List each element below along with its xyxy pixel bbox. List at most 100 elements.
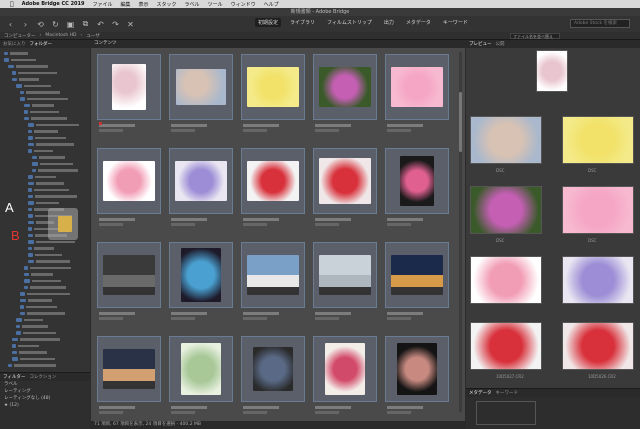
- thumbnail-item[interactable]: [241, 242, 305, 328]
- workspace-metadata[interactable]: メタデータ: [403, 18, 434, 27]
- folder-label: [39, 156, 65, 159]
- thumbnail-frame[interactable]: [385, 54, 449, 120]
- back-icon[interactable]: ‹: [6, 20, 15, 29]
- tab-publish[interactable]: 公開: [496, 41, 505, 47]
- thumbnail-frame[interactable]: [169, 242, 233, 308]
- workspace-libraries[interactable]: ライブラリ: [287, 18, 318, 27]
- preview-image[interactable]: [562, 116, 634, 164]
- thumbnail-frame[interactable]: [385, 242, 449, 308]
- thumbnail-frame[interactable]: [385, 336, 449, 402]
- thumbnail-frame[interactable]: [241, 242, 305, 308]
- thumbnail-frame[interactable]: [313, 54, 377, 120]
- menu-window[interactable]: ウィンドウ: [231, 1, 256, 8]
- preview-image[interactable]: [536, 50, 568, 92]
- history-icon[interactable]: ⟲: [36, 20, 45, 29]
- thumbnail-frame[interactable]: [97, 148, 161, 214]
- thumbnail-item[interactable]: [385, 336, 449, 422]
- thumbnail-item[interactable]: [313, 336, 377, 422]
- tab-metadata[interactable]: メタデータ: [469, 390, 492, 396]
- preview-image[interactable]: [562, 256, 634, 304]
- thumbnail-item[interactable]: [385, 148, 449, 234]
- thumbnail-item[interactable]: [169, 242, 233, 328]
- menu-stack[interactable]: スタック: [157, 1, 177, 8]
- camera-icon[interactable]: ▣: [66, 20, 75, 29]
- crumb-computer[interactable]: コンピューター: [4, 33, 36, 39]
- tab-favorites[interactable]: お気に入り: [3, 41, 26, 47]
- thumbnail-item[interactable]: [313, 242, 377, 328]
- workspace-output[interactable]: 出力: [381, 18, 397, 27]
- thumbnail-frame[interactable]: [169, 54, 233, 120]
- thumbnail-item[interactable]: [313, 54, 377, 140]
- scrollbar-knob[interactable]: [459, 92, 462, 152]
- thumbnail-frame[interactable]: [169, 148, 233, 214]
- folder-icon: [12, 357, 18, 361]
- workspace-essentials[interactable]: 初期設定: [255, 18, 282, 27]
- thumbnail-item[interactable]: [313, 148, 377, 234]
- crumb-drive[interactable]: Macintosh HD: [45, 33, 76, 38]
- thumbnail-image: [247, 67, 299, 107]
- tab-collections[interactable]: コレクション: [29, 374, 56, 380]
- menu-tools[interactable]: ツール: [208, 1, 223, 8]
- filter-row[interactable]: レーティングなし (48): [0, 395, 90, 402]
- workspace-filmstrip[interactable]: フィルムストリップ: [324, 18, 375, 27]
- filter-row[interactable]: ラベル: [0, 381, 90, 388]
- thumbnail-frame[interactable]: [241, 54, 305, 120]
- folder-label: [32, 104, 54, 107]
- preview-image[interactable]: [470, 322, 542, 370]
- menu-file[interactable]: ファイル: [92, 1, 112, 8]
- thumbnail-item[interactable]: [97, 54, 161, 140]
- apple-icon[interactable]: : [10, 1, 14, 8]
- menu-help[interactable]: ヘルプ: [264, 1, 279, 8]
- filter-row[interactable]: ★ (12): [0, 402, 90, 409]
- menu-view[interactable]: 表示: [139, 1, 149, 8]
- thumbnail-item[interactable]: [97, 242, 161, 328]
- folder-icon: [28, 220, 34, 224]
- app-menu[interactable]: Adobe Bridge CC 2019: [22, 1, 85, 7]
- tab-keywords[interactable]: キーワード: [496, 390, 519, 396]
- thumbnail-frame[interactable]: [241, 148, 305, 214]
- thumbnail-item[interactable]: [385, 54, 449, 140]
- rotate-left-icon[interactable]: ↶: [96, 20, 105, 29]
- menu-label[interactable]: ラベル: [185, 1, 200, 8]
- thumbnail-item[interactable]: [385, 242, 449, 328]
- thumbnail-item[interactable]: [241, 54, 305, 140]
- folder-label: [18, 71, 57, 74]
- thumbnail-item[interactable]: [169, 336, 233, 422]
- menu-edit[interactable]: 編集: [121, 1, 131, 8]
- thumbnail-frame[interactable]: [97, 242, 161, 308]
- stock-search-input[interactable]: Adobe Stock を検索: [570, 19, 630, 28]
- preview-image[interactable]: [470, 186, 542, 234]
- delete-icon[interactable]: ✕: [126, 20, 135, 29]
- tab-filter[interactable]: フィルター: [3, 374, 25, 380]
- thumbnail-item[interactable]: [97, 148, 161, 234]
- thumbnail-frame[interactable]: [313, 336, 377, 402]
- thumbnail-frame[interactable]: [97, 54, 161, 120]
- tab-preview[interactable]: プレビュー: [469, 41, 492, 47]
- thumbnail-frame[interactable]: [313, 242, 377, 308]
- workspace-keywords[interactable]: キーワード: [440, 18, 471, 27]
- thumbnail-item[interactable]: [97, 336, 161, 422]
- refresh-icon[interactable]: ↻: [51, 20, 60, 29]
- rotate-right-icon[interactable]: ↷: [111, 20, 120, 29]
- thumbnail-item[interactable]: [241, 148, 305, 234]
- preview-image[interactable]: [562, 322, 634, 370]
- crumb-users[interactable]: ユーザ: [86, 33, 99, 39]
- preview-image[interactable]: [562, 186, 634, 234]
- thumbnail-frame[interactable]: [169, 336, 233, 402]
- filter-row[interactable]: レーティング: [0, 388, 90, 395]
- thumbnail-item[interactable]: [169, 148, 233, 234]
- folder-tree-item[interactable]: [0, 362, 90, 369]
- tab-folders[interactable]: フォルダー: [30, 41, 53, 47]
- sort-dropdown[interactable]: ファイル名を並べ替え: [510, 33, 560, 39]
- thumbnail-frame[interactable]: [313, 148, 377, 214]
- thumbnail-frame[interactable]: [385, 148, 449, 214]
- thumbnail-frame[interactable]: [97, 336, 161, 402]
- thumbnail-item[interactable]: [241, 336, 305, 422]
- thumbnail-item[interactable]: [169, 54, 233, 140]
- batch-icon[interactable]: ⧉: [81, 19, 90, 29]
- preview-image[interactable]: [470, 256, 542, 304]
- thumbnail-frame[interactable]: [241, 336, 305, 402]
- preview-image[interactable]: [470, 116, 542, 164]
- forward-icon[interactable]: ›: [21, 20, 30, 29]
- content-scrollbar[interactable]: [459, 52, 462, 412]
